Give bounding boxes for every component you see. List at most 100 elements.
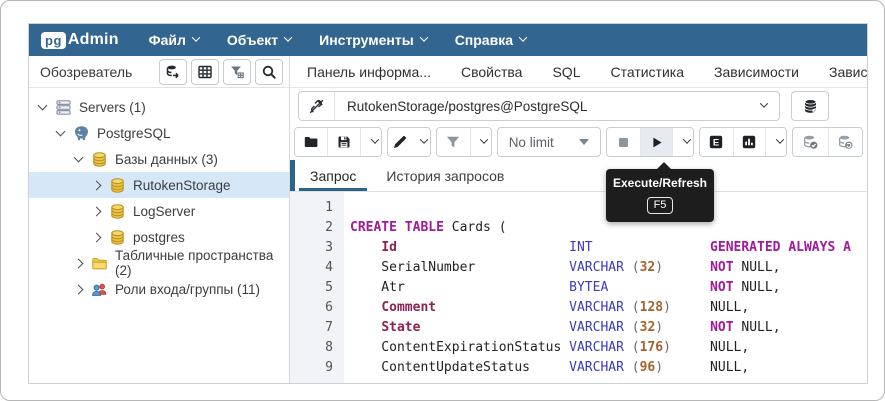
- query-tab[interactable]: Запрос: [295, 160, 371, 191]
- menu-item[interactable]: Справка: [455, 32, 526, 48]
- tree-item[interactable]: postgres: [29, 224, 289, 250]
- code-line: CREATE TABLE Cards (: [344, 218, 867, 238]
- explain-options-button[interactable]: [765, 128, 786, 156]
- menu-item[interactable]: Инструменты: [319, 32, 427, 48]
- explain-icon: E: [708, 134, 724, 150]
- edit-button[interactable]: [388, 128, 430, 156]
- menu-item[interactable]: Объект: [227, 32, 291, 48]
- execute-tooltip: Execute/Refresh F5: [606, 169, 714, 222]
- panel-tab[interactable]: SQL: [552, 64, 580, 80]
- code-area[interactable]: CREATE TABLE Cards ( Id INT GENERATED AL…: [344, 192, 867, 383]
- sql-editor[interactable]: 123456789 CREATE TABLE Cards ( Id INT GE…: [290, 192, 867, 383]
- new-connection-button[interactable]: [791, 91, 829, 121]
- tree-item[interactable]: Servers (1): [29, 94, 289, 120]
- grid-view-button[interactable]: [191, 59, 219, 85]
- menu-bar: Файл Объект Инструменты Справка: [149, 32, 526, 48]
- save-button[interactable]: [327, 128, 360, 156]
- chevron-down-icon: [682, 135, 690, 143]
- commit-button[interactable]: [793, 128, 827, 156]
- save-options-button[interactable]: [360, 128, 381, 156]
- object-tree: Servers (1) PostgreSQL Базы данных (3) R…: [29, 88, 289, 302]
- menu-item-label: Справка: [455, 32, 513, 48]
- connection-select[interactable]: RutokenStorage/postgres@PostgreSQL: [335, 92, 779, 120]
- code-line: Atr BYTEA NOT NULL,: [344, 278, 867, 298]
- chevron-down-icon: [775, 135, 783, 143]
- chevron-icon[interactable]: [56, 127, 66, 137]
- tree-item-label: PostgreSQL: [97, 126, 171, 141]
- tooltip-title: Execute/Refresh: [612, 176, 708, 190]
- code-line: SerialNumber VARCHAR (32) NOT NULL,: [344, 258, 867, 278]
- commit-icon: [802, 134, 819, 151]
- rollback-button[interactable]: [828, 128, 862, 156]
- explain-button[interactable]: E: [700, 128, 732, 156]
- screenshot-frame: pg Admin Файл Объект Инструменты Справка…: [0, 0, 885, 401]
- chevron-icon[interactable]: [38, 101, 48, 111]
- roles-icon: [91, 281, 108, 298]
- tree-item[interactable]: PostgreSQL: [29, 120, 289, 146]
- chevron-icon[interactable]: [92, 206, 102, 216]
- chevron-icon[interactable]: [74, 258, 84, 268]
- tree-item-label: Табличные пространства (2): [115, 248, 289, 278]
- limit-value: No limit: [509, 135, 554, 150]
- open-file-button[interactable]: [295, 128, 327, 156]
- tree-item[interactable]: LogServer: [29, 198, 289, 224]
- chevron-down-icon: [419, 135, 427, 143]
- limit-select[interactable]: No limit: [497, 127, 601, 157]
- tree-item[interactable]: RutokenStorage: [29, 172, 289, 198]
- database-new-icon: [802, 98, 819, 115]
- search-icon: [261, 64, 277, 80]
- panel-tab[interactable]: Статистика: [610, 64, 684, 80]
- stop-icon: [616, 135, 631, 150]
- execute-button[interactable]: [640, 128, 673, 156]
- chevron-down-icon: [480, 135, 488, 143]
- play-icon: [649, 135, 664, 150]
- chevron-down-icon: [519, 33, 527, 41]
- query-tab[interactable]: История запросов: [371, 160, 519, 191]
- menu-item[interactable]: Файл: [149, 32, 199, 48]
- tree-item[interactable]: Базы данных (3): [29, 146, 289, 172]
- panel-tab[interactable]: Панель информа...: [307, 64, 431, 80]
- explain-analyze-button[interactable]: [733, 128, 766, 156]
- connection-value: RutokenStorage/postgres@PostgreSQL: [347, 99, 587, 114]
- execute-options-button[interactable]: [672, 128, 693, 156]
- object-explorer-toolbar: [159, 59, 283, 85]
- line-number: 7: [290, 318, 344, 338]
- tree-item[interactable]: Табличные пространства (2): [29, 250, 289, 276]
- search-objects-button[interactable]: [255, 59, 283, 85]
- object-explorer-header: Обозреватель: [29, 56, 289, 88]
- caret-down-icon: [579, 139, 589, 145]
- tree-item-label: RutokenStorage: [133, 178, 231, 193]
- connection-group: RutokenStorage/postgres@PostgreSQL: [298, 91, 780, 121]
- line-number: 2: [290, 218, 344, 238]
- chevron-icon[interactable]: [74, 153, 84, 163]
- code-line: ContentExpirationStatus VARCHAR (176) NU…: [344, 338, 867, 358]
- chevron-icon[interactable]: [74, 284, 84, 294]
- code-line: Comment VARCHAR (128) NULL,: [344, 298, 867, 318]
- server-stack-icon: [55, 99, 72, 116]
- folder-icon: [91, 255, 108, 272]
- rollback-icon: [837, 134, 854, 151]
- line-number-gutter: 123456789: [290, 192, 344, 383]
- database-connect-button[interactable]: [159, 59, 187, 85]
- menu-item-label: Файл: [149, 32, 186, 48]
- database-icon: [91, 151, 108, 168]
- object-explorer: Обозреватель: [29, 56, 290, 383]
- panel-tab[interactable]: Зависимые: [829, 64, 867, 80]
- stop-button[interactable]: [607, 128, 639, 156]
- chevron-down-icon: [192, 33, 200, 41]
- filter-button[interactable]: [437, 128, 469, 156]
- tree-item-label: Базы данных (3): [115, 152, 218, 167]
- panel-tab[interactable]: Свойства: [461, 64, 522, 80]
- chevron-icon[interactable]: [92, 232, 102, 242]
- plug-disconnected-icon: [299, 92, 335, 120]
- code-line: Id INT GENERATED ALWAYS A: [344, 238, 867, 258]
- tree-item-label: postgres: [133, 230, 185, 245]
- filter-rows-button[interactable]: [223, 59, 251, 85]
- panel-tab[interactable]: Зависимости: [714, 64, 799, 80]
- chevron-icon[interactable]: [92, 180, 102, 190]
- tree-item[interactable]: Роли входа/группы (11): [29, 276, 289, 302]
- pgadmin-window: pg Admin Файл Объект Инструменты Справка…: [28, 23, 868, 384]
- open-file-icon: [303, 134, 319, 150]
- line-number: 9: [290, 358, 344, 378]
- filter-options-button[interactable]: [470, 128, 491, 156]
